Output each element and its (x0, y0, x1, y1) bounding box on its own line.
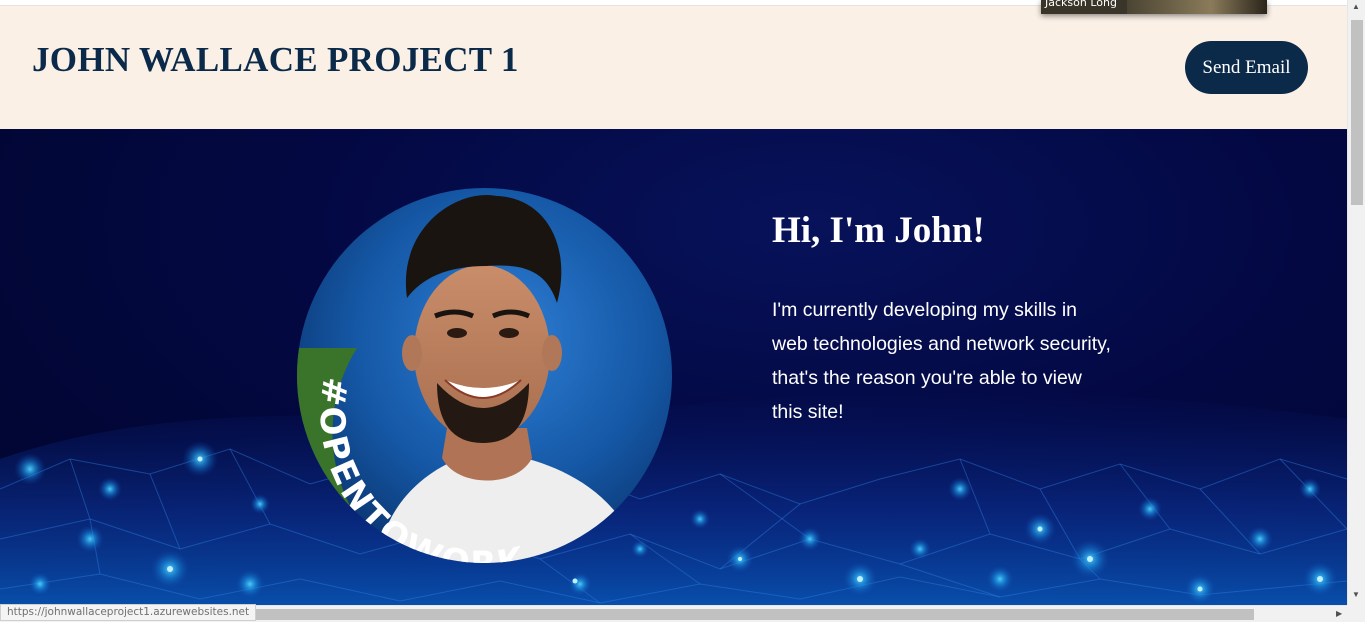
browser-viewport: JOHN WALLACE PROJECT 1 Send Email #OPENT… (0, 0, 1347, 605)
scroll-down-icon[interactable]: ▼ (1352, 590, 1360, 600)
participant-name: Jackson Long (1045, 0, 1117, 9)
network-mesh-background (0, 391, 1347, 605)
site-title: JOHN WALLACE PROJECT 1 (32, 40, 519, 79)
send-email-button[interactable]: Send Email (1185, 41, 1308, 94)
scroll-right-icon[interactable]: ▶ (1336, 609, 1342, 619)
status-bar-url: https://johnwallaceproject1.azurewebsite… (0, 604, 257, 621)
vertical-scroll-thumb[interactable] (1351, 20, 1363, 205)
scrollbar-corner (1347, 605, 1365, 622)
video-call-tile[interactable]: Jackson Long (1041, 0, 1267, 14)
vertical-scrollbar[interactable]: ▲ ▼ (1347, 0, 1365, 605)
hero-heading: Hi, I'm John! (772, 210, 985, 251)
hero-description: I'm currently developing my skills in we… (772, 299, 1111, 423)
site-header: JOHN WALLACE PROJECT 1 Send Email (0, 6, 1347, 129)
video-feed-preview (1127, 0, 1267, 14)
scroll-up-icon[interactable]: ▲ (1352, 2, 1360, 12)
profile-photo: #OPENTOWORK (297, 188, 672, 563)
hero-section: #OPENTOWORK Hi, I'm John! I'm currently … (0, 129, 1347, 605)
